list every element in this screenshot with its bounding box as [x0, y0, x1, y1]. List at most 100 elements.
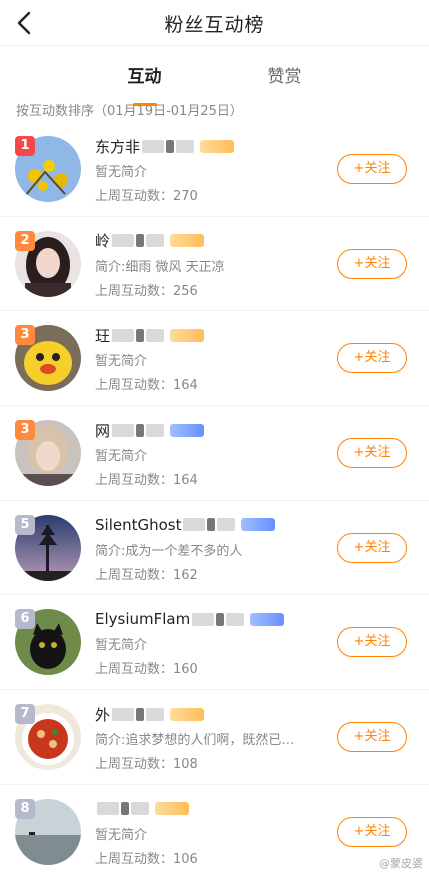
fan-info: 网暂无简介上周互动数：164: [95, 418, 329, 488]
count-prefix: 上周互动数：: [95, 283, 174, 299]
redaction: [146, 707, 165, 721]
tab-interaction[interactable]: 互动: [115, 62, 175, 106]
fan-info: 暂无简介 上周互动数：106: [95, 797, 329, 867]
redaction: [112, 234, 135, 248]
fan-badge-icon: [200, 139, 235, 153]
count-prefix: 上周互动数：: [95, 757, 174, 773]
count-value: 270: [173, 189, 198, 204]
redaction: [112, 328, 135, 342]
nickname: 外: [95, 705, 111, 724]
nickname: 玨: [95, 326, 111, 345]
follow-button[interactable]: +关注: [337, 532, 407, 563]
nickname-row[interactable]: ElysiumFlam: [95, 607, 329, 631]
fan-row[interactable]: 6 ElysiumFlam 暂无简介 上周互动数：160 +关注: [0, 595, 429, 691]
redaction: [97, 802, 119, 816]
interaction-count: 上周互动数：270: [95, 185, 329, 204]
interaction-count: 上周互动数：160: [95, 658, 329, 677]
nickname: SilentGhost: [95, 515, 182, 534]
redaction: [136, 234, 145, 248]
redaction: [121, 802, 129, 816]
redaction: [226, 612, 245, 626]
redaction: [136, 423, 145, 437]
fan-row[interactable]: 2 岭简介:细雨 微风 天正凉 上周互动数：256 +关注: [0, 217, 429, 312]
fan-info: ElysiumFlam 暂无简介上周互动数：160: [95, 607, 329, 677]
bio-text: 简介:细雨 微风 天正凉: [95, 259, 225, 275]
redaction: [192, 612, 215, 626]
fan-badge-icon: [170, 707, 205, 721]
fan-info: 玨暂无简介上周互动数：164: [95, 323, 329, 393]
redaction: [146, 234, 165, 248]
fan-info: 岭简介:细雨 微风 天正凉 上周互动数：256: [95, 229, 329, 299]
interaction-count: 上周互动数：164: [95, 374, 329, 393]
follow-button[interactable]: +关注: [337, 248, 407, 279]
fan-info: 东方非 暂无简介 上周互动数：270: [95, 134, 329, 204]
bio-text: 简介:成为一个差不多的人: [95, 543, 243, 559]
follow-button[interactable]: +关注: [337, 722, 407, 753]
fan-badge-icon: [170, 423, 205, 437]
interaction-count: 上周互动数：256: [95, 280, 329, 299]
count-value: 164: [173, 473, 198, 489]
rank-badge: 1: [15, 136, 35, 156]
count-prefix: 上周互动数：: [95, 662, 174, 678]
fan-info: 外简介:追求梦想的人们啊，既然已… 上周互动数：108: [95, 702, 329, 773]
nickname-row[interactable]: 玨: [95, 323, 329, 347]
redaction: [216, 612, 225, 626]
fan-badge-icon: [170, 328, 205, 342]
redaction: [136, 707, 145, 721]
top-bar: 粉丝互动榜: [0, 0, 429, 46]
fan-list: 1 东方非 暂无简介 上周互动数：270 +关注 2 岭简介:细雨 微风 天正凉 上周互动数：…: [0, 122, 429, 877]
nickname-row[interactable]: 岭: [95, 229, 329, 253]
rank-badge: 3: [15, 420, 35, 441]
fan-badge-icon: [241, 518, 276, 532]
rank-badge: 5: [15, 514, 35, 535]
bio-text: 暂无简介: [95, 354, 148, 370]
fan-row[interactable]: 7 外简介:追求梦想的人们啊，既然已… 上周互动数：108 +关注: [0, 690, 429, 785]
fan-badge-icon: [155, 802, 189, 816]
tab-bar: 互动 赞赏: [0, 46, 429, 106]
follow-button[interactable]: +关注: [337, 627, 407, 658]
redaction: [207, 518, 216, 532]
nickname: 网: [95, 421, 111, 440]
redaction: [146, 328, 165, 342]
follow-button[interactable]: +关注: [337, 816, 407, 847]
fan-badge-icon: [170, 234, 205, 248]
count-value: 162: [173, 567, 198, 583]
redaction: [131, 802, 149, 816]
follow-button[interactable]: +关注: [337, 438, 407, 469]
count-prefix: 上周互动数：: [95, 473, 174, 489]
fan-row[interactable]: 3 网暂无简介上周互动数：164 +关注: [0, 406, 429, 501]
nickname-row[interactable]: 外: [95, 702, 329, 726]
follow-button[interactable]: +关注: [337, 154, 407, 184]
interaction-count: 上周互动数：162: [95, 564, 329, 583]
rank-badge: 8: [15, 798, 35, 819]
interaction-count: 上周互动数：108: [95, 753, 329, 772]
nickname-row[interactable]: 网: [95, 418, 329, 442]
nickname-row[interactable]: [95, 797, 329, 821]
page-title: 粉丝互动榜: [164, 14, 265, 36]
bio-text: 简介:追求梦想的人们啊，既然已…: [95, 733, 295, 749]
nickname-row[interactable]: SilentGhost: [95, 513, 329, 537]
bio-text: 暂无简介: [95, 449, 148, 465]
count-value: 160: [173, 662, 198, 678]
rank-badge: 3: [15, 325, 35, 346]
nickname-row[interactable]: 东方非: [95, 134, 329, 158]
sort-note: 按互动数排序（01月19日-01月25日）: [16, 104, 243, 119]
nickname: ElysiumFlam: [95, 610, 191, 629]
redaction: [146, 423, 165, 437]
fan-row[interactable]: 8 暂无简介 上周互动数：106 +关注: [0, 785, 429, 877]
bio-text: 暂无简介: [95, 638, 148, 654]
redaction: [166, 139, 175, 153]
count-value: 108: [173, 757, 198, 773]
fan-row[interactable]: 3 玨暂无简介上周互动数：164 +关注: [0, 311, 429, 407]
fan-row[interactable]: 5 SilentGhost 简介:成为一个差不多的人上周互动数：162 +关注: [0, 501, 429, 596]
watermark: @蒙皮婆: [379, 857, 423, 870]
redaction: [112, 423, 135, 437]
count-value: 256: [173, 283, 198, 299]
redaction: [112, 707, 135, 721]
fan-row[interactable]: 1 东方非 暂无简介 上周互动数：270 +关注: [0, 122, 429, 217]
tab-reward[interactable]: 赞赏: [255, 62, 315, 98]
interaction-count: 上周互动数：106: [95, 848, 329, 867]
count-prefix: 上周互动数：: [95, 851, 174, 867]
interaction-count: 上周互动数：164: [95, 469, 329, 488]
follow-button[interactable]: +关注: [337, 343, 407, 374]
